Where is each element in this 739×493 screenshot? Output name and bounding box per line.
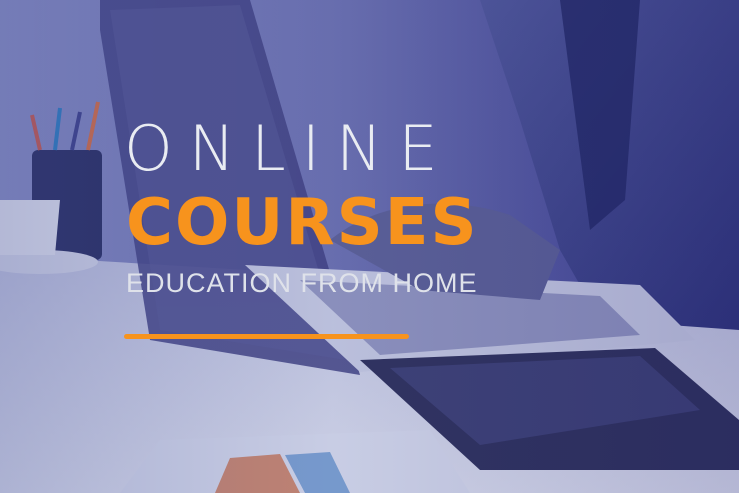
- headline-online: ONLINE: [124, 112, 454, 185]
- accent-underline: [124, 334, 409, 339]
- headline-courses: COURSES: [126, 186, 479, 260]
- headline-tagline: EDUCATION FROM HOME: [126, 268, 478, 298]
- hero-banner: ONLINE COURSES EDUCATION FROM HOME: [0, 0, 739, 493]
- headline: ONLINE COURSES EDUCATION FROM HOME: [124, 118, 479, 299]
